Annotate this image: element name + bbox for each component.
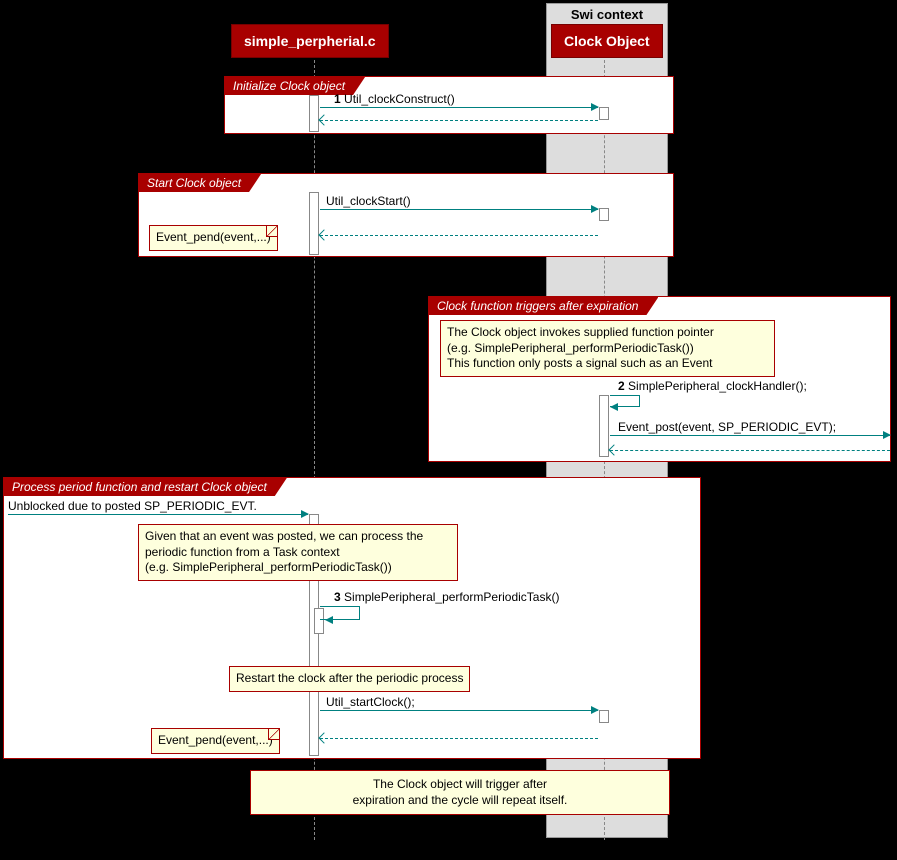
- arrow-1-return: [320, 120, 598, 121]
- participant-right: Clock Object: [551, 24, 663, 58]
- arrow-7-head: [591, 706, 599, 714]
- note-event-posted: Given that an event was posted, we can p…: [138, 524, 458, 581]
- arrow-5-head: [301, 510, 309, 518]
- participant-right-label: Clock Object: [564, 33, 650, 49]
- activation-2a: [309, 192, 319, 255]
- arrow-5: [8, 514, 308, 515]
- msg-4-label: Event_post(event, SP_PERIODIC_EVT);: [618, 420, 836, 434]
- arrow-1: [320, 107, 598, 108]
- group-clock-triggers-label: Clock function triggers after expiration: [429, 297, 658, 315]
- note-clock-invokes: The Clock object invokes supplied functi…: [440, 320, 775, 377]
- msg-3-label: 2 SimplePeripheral_clockHandler();: [618, 379, 807, 393]
- arrow-7-return: [320, 738, 598, 739]
- arrow-4-return: [610, 450, 890, 451]
- participant-left-label: simple_perpherial.c: [244, 33, 376, 49]
- msg-6-label: 3 SimplePeripheral_performPeriodicTask(): [334, 590, 559, 604]
- group-process-label: Process period function and restart Cloc…: [4, 478, 287, 496]
- note-restart: Restart the clock after the periodic pro…: [229, 666, 470, 692]
- arrow-4-head: [883, 431, 891, 439]
- participant-left: simple_perpherial.c: [231, 24, 389, 58]
- activation-3: [599, 395, 609, 457]
- note-event-pend-1: Event_pend(event,...): [149, 225, 278, 251]
- arrow-2-head: [591, 205, 599, 213]
- arrow-2: [320, 209, 598, 210]
- caption-note: The Clock object will trigger after expi…: [250, 770, 670, 815]
- arrow-2-return: [320, 235, 598, 236]
- activation-1b: [599, 107, 609, 120]
- activation-1a: [309, 95, 319, 132]
- activation-2b: [599, 208, 609, 221]
- msg-2-label: Util_clockStart(): [326, 194, 411, 208]
- self-arrow-6-head: [325, 616, 333, 624]
- note-event-pend-2: Event_pend(event,...): [151, 728, 280, 754]
- msg-5-label: Unblocked due to posted SP_PERIODIC_EVT.: [8, 499, 257, 513]
- arrow-4: [610, 435, 890, 436]
- msg-1-label: 1 Util_clockConstruct(): [334, 92, 455, 106]
- activation-5: [599, 710, 609, 723]
- arrow-7: [320, 710, 598, 711]
- arrow-1-head: [591, 103, 599, 111]
- msg-7-label: Util_startClock();: [326, 695, 415, 709]
- swi-label: Swi context: [571, 7, 643, 22]
- group-start-label: Start Clock object: [139, 174, 261, 192]
- self-arrow-3-head: [610, 403, 618, 411]
